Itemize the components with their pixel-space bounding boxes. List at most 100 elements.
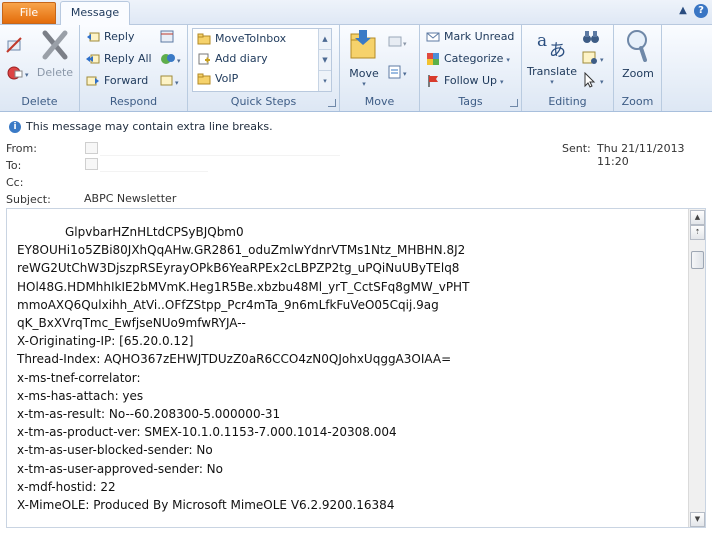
expand-gallery-icon[interactable]: ▾ bbox=[319, 70, 331, 91]
group-label-quick-steps: Quick Steps bbox=[230, 95, 297, 108]
sent-label: Sent: bbox=[562, 142, 591, 155]
from-contact-icon bbox=[85, 142, 98, 154]
to-value-redacted[interactable] bbox=[100, 156, 208, 172]
body-line: x-tm-as-product-ver: SMEX-10.1.0.1153-7.… bbox=[17, 425, 397, 440]
svg-text:あ: あ bbox=[549, 41, 566, 60]
scroll-down-button[interactable]: ▼ bbox=[690, 512, 705, 527]
quick-step-item[interactable]: Add diary bbox=[197, 50, 268, 68]
delete-label: Delete bbox=[36, 66, 74, 79]
svg-text:▾: ▾ bbox=[175, 79, 179, 87]
info-bar[interactable]: i This message may contain extra line br… bbox=[0, 112, 712, 140]
find-binoculars-icon[interactable] bbox=[582, 29, 600, 48]
body-line: EY8OUHi1o5ZBi80JXhQqAHw.GR2861_oduZmlwYd… bbox=[17, 243, 466, 258]
body-line: GlpvbarHZnHLtdCPSyBJQbm0 bbox=[65, 225, 244, 239]
group-label-respond: Respond bbox=[109, 95, 158, 108]
sent-value: Thu 21/11/2013 11:20 bbox=[597, 142, 685, 168]
vertical-scrollbar[interactable]: ▲ ⇡ ▼ bbox=[688, 209, 705, 527]
body-line: x-ms-has-attach: yes bbox=[17, 388, 144, 403]
new-item-icon bbox=[198, 53, 210, 65]
related-icon[interactable]: ▾ bbox=[582, 50, 608, 69]
translate-dropdown-icon: ▾ bbox=[550, 78, 554, 86]
quick-steps-gallery: MoveToInbox Add diary VoIP ▲ ▼ ▾ bbox=[192, 28, 332, 92]
move-dropdown-icon: ▾ bbox=[362, 80, 366, 88]
categorize-icon bbox=[427, 53, 439, 65]
minimize-header-icon[interactable]: ⇡ bbox=[690, 225, 705, 240]
group-label-editing: Editing bbox=[548, 95, 587, 108]
group-editing: aあ Translate ▾ ▾ ▾ Editing bbox=[522, 25, 614, 111]
mark-unread-button[interactable]: Mark Unread bbox=[426, 28, 514, 46]
body-line: mmoAXQ6Qulxihh_AtVi..OFfZStpp_Pcr4mTa_9n… bbox=[17, 297, 439, 312]
cc-label: Cc: bbox=[6, 176, 24, 189]
zoom-button[interactable]: Zoom bbox=[616, 28, 660, 80]
scroll-thumb[interactable] bbox=[691, 251, 704, 269]
forward-button[interactable]: Forward bbox=[86, 72, 148, 90]
actions-icon[interactable]: ▾ bbox=[388, 65, 412, 82]
body-line: reWG2UtChW3DjszpRSEyrayOPkB6YeaRPEx2cLBP… bbox=[17, 261, 460, 276]
scroll-up-icon[interactable]: ▲ bbox=[319, 29, 331, 49]
body-line: X-Originating-IP: [65.20.0.12] bbox=[17, 334, 194, 349]
svg-text:▾: ▾ bbox=[600, 56, 604, 64]
envelope-icon bbox=[426, 32, 440, 42]
group-label-move: Move bbox=[364, 95, 395, 108]
group-label-tags: Tags bbox=[458, 95, 483, 108]
reply-button[interactable]: Reply bbox=[86, 28, 134, 46]
body-line: x-mdf-hostid: 22 bbox=[17, 479, 116, 494]
quick-step-item[interactable]: VoIP bbox=[197, 70, 238, 88]
move-button[interactable]: Move ▾ bbox=[344, 28, 384, 88]
im-reply-icon[interactable]: ▾ bbox=[160, 52, 184, 69]
info-icon: i bbox=[9, 121, 21, 133]
reply-all-icon bbox=[86, 54, 100, 64]
zoom-label: Zoom bbox=[622, 67, 654, 80]
help-icon[interactable]: ? bbox=[694, 4, 708, 18]
scroll-down-icon[interactable]: ▼ bbox=[319, 49, 331, 70]
quick-step-item[interactable]: MoveToInbox bbox=[197, 30, 286, 48]
tab-message[interactable]: Message bbox=[60, 1, 130, 25]
group-move: Move ▾ ▾ ▾ Move bbox=[340, 25, 420, 111]
follow-up-dropdown-icon: ▾ bbox=[500, 78, 504, 86]
rules-icon[interactable]: ▾ bbox=[388, 35, 412, 52]
tab-file[interactable]: File bbox=[2, 2, 56, 24]
svg-text:▾: ▾ bbox=[600, 78, 604, 86]
svg-text:▾: ▾ bbox=[403, 70, 407, 78]
subject-value: ABPC Newsletter bbox=[84, 192, 177, 205]
message-header: From: To: Cc: Subject: ABPC Newsletter S… bbox=[0, 140, 712, 208]
svg-text:a: a bbox=[537, 31, 547, 51]
delete-x-icon bbox=[34, 29, 76, 64]
move-folder-icon bbox=[344, 28, 384, 65]
group-delete: ▾ Delete Delete bbox=[0, 25, 80, 111]
translate-icon: aあ bbox=[526, 28, 578, 63]
follow-up-button[interactable]: Follow Up ▾ bbox=[426, 72, 504, 90]
message-body-text[interactable]: GlpvbarHZnHLtdCPSyBJQbm0 EY8OUHi1o5ZBi80… bbox=[17, 223, 677, 514]
to-label: To: bbox=[6, 159, 22, 172]
group-label-zoom: Zoom bbox=[621, 95, 654, 108]
body-line: qK_BxXVrqTmc_EwfjseNUo9mfwRYJA-- bbox=[17, 316, 246, 331]
ribbon: ▾ Delete Delete Reply Reply All Forward … bbox=[0, 25, 712, 112]
select-cursor-icon[interactable]: ▾ bbox=[582, 71, 608, 91]
delete-button[interactable]: Delete bbox=[34, 29, 76, 79]
more-respond-icon[interactable]: ▾ bbox=[160, 74, 184, 91]
meeting-reply-icon[interactable] bbox=[160, 30, 182, 47]
svg-text:▾: ▾ bbox=[177, 57, 181, 65]
ribbon-tab-strip: File Message ▲ ? bbox=[0, 0, 712, 25]
body-line: HOl48G.HDMhhIkIE2bMVmK.Heg1R5Be.xbzbu48M… bbox=[17, 279, 470, 294]
magnifier-icon bbox=[616, 28, 660, 65]
scroll-up-button[interactable]: ▲ bbox=[690, 210, 705, 225]
ignore-icon[interactable] bbox=[6, 37, 24, 56]
folder-move-icon bbox=[197, 33, 211, 45]
reply-icon bbox=[87, 32, 100, 42]
from-value-redacted[interactable] bbox=[100, 140, 340, 156]
info-bar-text: This message may contain extra line brea… bbox=[26, 120, 273, 133]
move-label: Move bbox=[349, 67, 379, 80]
categorize-dropdown-icon: ▾ bbox=[506, 56, 510, 64]
quick-steps-scrollbar[interactable]: ▲ ▼ ▾ bbox=[318, 29, 331, 91]
svg-text:▾: ▾ bbox=[403, 40, 407, 48]
minimize-ribbon-icon[interactable]: ▲ bbox=[676, 4, 690, 18]
body-line: x-ms-tnef-correlator: bbox=[17, 370, 141, 385]
body-line: Thread-Index: AQHO367zEHWJTDUzZ0aR6CCO4z… bbox=[17, 352, 452, 367]
message-body[interactable]: GlpvbarHZnHLtdCPSyBJQbm0 EY8OUHi1o5ZBi80… bbox=[6, 208, 706, 528]
reply-all-button[interactable]: Reply All bbox=[86, 50, 152, 68]
categorize-button[interactable]: Categorize ▾ bbox=[426, 50, 510, 68]
translate-button[interactable]: aあ Translate ▾ bbox=[526, 28, 578, 86]
group-respond: Reply Reply All Forward ▾ ▾ Respond bbox=[80, 25, 188, 111]
clean-up-icon[interactable]: ▾ bbox=[6, 65, 30, 84]
